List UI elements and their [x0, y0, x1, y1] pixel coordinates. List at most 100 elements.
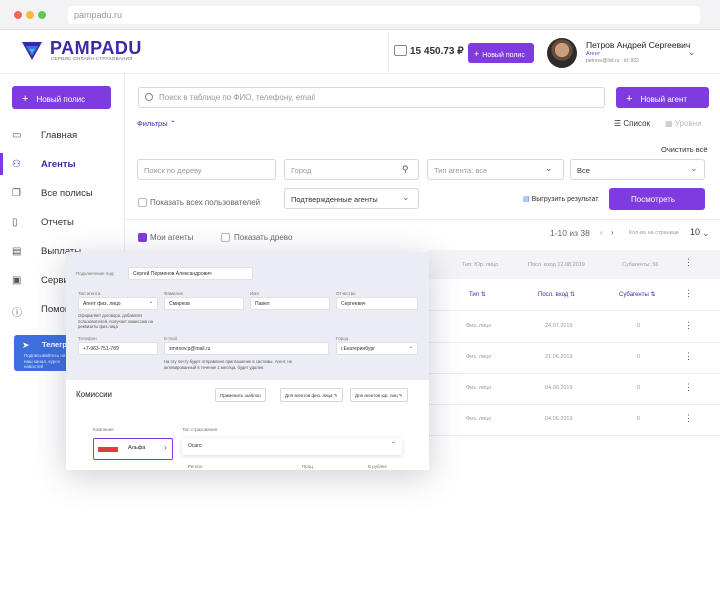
table-row[interactable]: Физ. лицо 04.06.2019 0 ⋮ — [428, 405, 720, 435]
city-filter-input[interactable]: Город — [284, 159, 419, 180]
close-window-dot[interactable] — [14, 11, 22, 19]
avatar[interactable] — [547, 38, 577, 68]
insurance-type-select[interactable]: Осаго ⌃ — [182, 438, 402, 455]
per-page-value[interactable]: 10 — [690, 227, 700, 237]
table-row[interactable]: Физ. лицо 24.07.2019 0 ⋮ — [428, 311, 720, 342]
chevron-up-icon: ⌃ — [169, 119, 176, 128]
plus-icon: + — [22, 93, 29, 105]
chevron-down-icon: ⌄ — [402, 192, 410, 202]
filters-label: Фильтры — [137, 119, 168, 128]
row-subagents: 0 — [637, 323, 641, 329]
column-header-subagents[interactable]: Субагенты ⇅ — [619, 291, 656, 298]
apply-template-button[interactable]: Применить шаблон — [215, 388, 266, 402]
show-tree-label: Показать древо — [234, 233, 293, 242]
table-row[interactable]: Физ. лицо 04.06.2019 0 ⋮ — [428, 374, 720, 404]
maximize-window-dot[interactable] — [38, 11, 46, 19]
agent-type-note: Оформляет договора, добавляет пользовате… — [78, 313, 153, 329]
table-row[interactable]: Физ. лицо 21.06.2019 0 ⋮ — [428, 343, 720, 373]
summary-last-login: Посл. вход 12.08.2019 — [528, 262, 585, 268]
chevron-down-icon: ⌄ — [690, 163, 698, 173]
view-list-toggle[interactable]: ☰ Список — [614, 119, 650, 128]
email-note: На эту почту будет отправлено приглашени… — [164, 359, 293, 370]
card-icon: ▤ — [12, 246, 22, 257]
telegram-promo[interactable]: ➤ Телеграм Подписывайтесь на наш канал, … — [14, 335, 77, 371]
chevron-up-icon: ⌃ — [390, 442, 396, 448]
company-label: Компания — [93, 427, 114, 432]
rub-column-label: В рублях — [368, 464, 387, 469]
minimize-window-dot[interactable] — [26, 11, 34, 19]
row-subagents: 0 — [637, 416, 641, 422]
sidebar-item-label: Отчеты — [41, 217, 74, 228]
new-policy-sidebar-button[interactable]: + Новый полис — [12, 86, 111, 109]
city-label: Город — [336, 336, 349, 341]
row-type: Физ. лицо — [466, 416, 492, 422]
show-all-users-checkbox[interactable] — [138, 198, 147, 207]
view-button[interactable]: Посмотреть — [609, 188, 705, 210]
insurance-type-label: Тип страхования — [182, 427, 218, 432]
chevron-down-icon: ⌄ — [148, 299, 153, 305]
more-icon[interactable]: ⋮ — [684, 382, 693, 393]
row-last-login: 21.06.2019 — [545, 354, 573, 360]
for-legal-label: Для агентов юр. лиц — [355, 393, 398, 398]
user-meta: petrovv@list.ru · id: 932 — [586, 58, 639, 64]
my-agents-checkbox[interactable] — [138, 233, 147, 242]
header-divider — [388, 32, 389, 72]
new-policy-header-label: Новый полис — [482, 52, 525, 59]
company-item[interactable]: Альфа › — [93, 438, 173, 460]
agent-edit-panel: Подключение под: Сергей Перменов Алексан… — [66, 252, 429, 470]
per-page-label: Кол-во на странице — [629, 230, 679, 236]
for-legal-button[interactable]: Для агентов юр. лиц ✎ — [350, 388, 408, 402]
agent-type-field[interactable]: Агент физ. лицо ⌄ — [78, 297, 158, 310]
name-field[interactable]: Павел — [250, 297, 330, 310]
search-input[interactable]: Поиск в таблице по ФИО, телефону, email — [138, 87, 605, 108]
more-icon[interactable]: ⋮ — [684, 320, 693, 331]
logo-icon — [22, 42, 42, 60]
chevron-down-icon[interactable]: ⌄ — [702, 228, 710, 239]
new-policy-header-button[interactable]: + Новый полис — [468, 43, 534, 63]
prev-page-icon[interactable]: ‹ — [600, 228, 603, 237]
column-header-type[interactable]: Тип ⇅ — [469, 291, 486, 298]
city-field[interactable]: г.Екатеринбург ⌄ — [336, 342, 418, 355]
row-type: Физ. лицо — [466, 354, 492, 360]
email-field[interactable]: smirnov.p@mail.ru — [164, 342, 329, 355]
for-individuals-button[interactable]: Для агентов физ. лица ✎ — [280, 388, 343, 402]
city-field-value: г.Екатеринбург — [341, 346, 376, 352]
company-logo-icon — [98, 447, 118, 452]
export-button[interactable]: ▤ Выгрузить результат — [523, 195, 598, 203]
patronymic-field[interactable]: Сергеевич — [336, 297, 418, 310]
chevron-right-icon: › — [164, 443, 167, 452]
connected-as-field[interactable]: Сергей Перменов Александрович — [128, 267, 253, 280]
column-header-last-login[interactable]: Посл. вход ⇅ — [538, 291, 575, 298]
more-icon[interactable]: ⋮ — [684, 257, 693, 268]
surname-field[interactable]: Смирнов — [164, 297, 244, 310]
clear-all-link[interactable]: Очистить всё — [661, 145, 708, 154]
next-page-icon[interactable]: › — [611, 228, 614, 237]
tree-search-input[interactable]: Поиск по дереву — [137, 159, 276, 180]
commissions-title: Комиссии — [76, 390, 113, 399]
percent-column-label: Проц. — [302, 464, 315, 469]
phone-field[interactable]: +7-963-751-789 — [78, 342, 158, 355]
agent-type-select[interactable]: Тип агента: все — [427, 159, 564, 180]
status-select[interactable]: Все — [570, 159, 705, 180]
balance-value: 15 450.73 ₽ — [410, 46, 464, 57]
grid-icon: ▦ — [665, 119, 673, 128]
confirmed-agents-select[interactable]: Подтвержденные агенты — [284, 188, 419, 209]
plus-icon: + — [474, 49, 480, 59]
show-tree-checkbox[interactable] — [221, 233, 230, 242]
agent-type-field-value: Агент физ. лицо — [83, 301, 121, 307]
view-list-label: Список — [623, 119, 651, 128]
user-name[interactable]: Петров Андрей Сергеевич — [586, 40, 690, 50]
monitor-icon: ▭ — [12, 130, 22, 141]
confirmed-agents-select-value: Подтвержденные агенты — [291, 195, 378, 204]
clipboard-icon: ▯ — [12, 217, 18, 228]
address-bar[interactable]: pampadu.ru — [68, 6, 700, 24]
more-icon[interactable]: ⋮ — [684, 288, 693, 299]
view-levels-toggle[interactable]: ▦ Уровни — [665, 119, 702, 128]
chevron-down-icon[interactable]: ⌄ — [688, 47, 696, 58]
more-icon[interactable]: ⋮ — [684, 413, 693, 424]
filters-toggle[interactable]: Фильтры ⌃ — [137, 119, 176, 128]
new-agent-button[interactable]: + Новый агент — [616, 87, 709, 108]
more-icon[interactable]: ⋮ — [684, 351, 693, 362]
plus-icon: + — [626, 93, 633, 105]
city-filter-placeholder: Город — [291, 166, 312, 175]
